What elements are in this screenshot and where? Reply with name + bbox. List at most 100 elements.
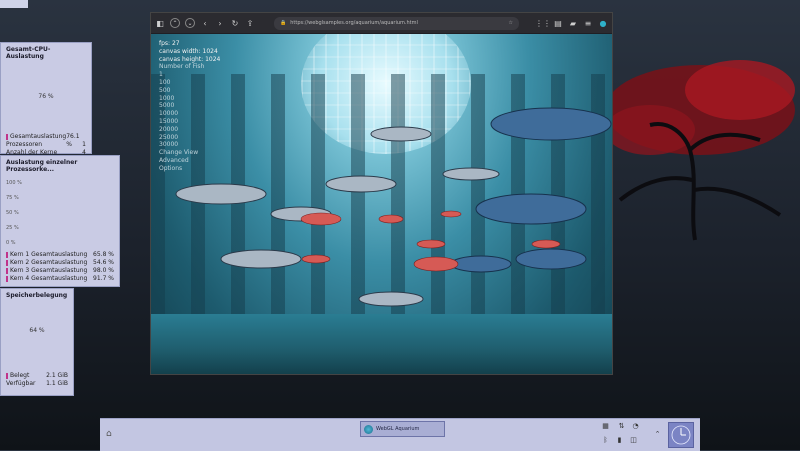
stat-value: 98.0 % <box>93 267 114 274</box>
legend-swatch <box>6 276 8 282</box>
taskbar: ⌂ WebGL Aquarium ▦ ⇅ ◔ ᛒ ▮ ◫ ⌃ <box>100 418 700 451</box>
battery-icon[interactable]: ▮ <box>616 437 623 444</box>
stat-value: 1 <box>82 141 86 148</box>
widget-title: Auslastung einzelner Prozessorke... <box>6 159 78 173</box>
reload-icon[interactable]: ↻ <box>230 18 240 28</box>
stat-label-text: Kern 4 Gesamtauslastung <box>10 275 88 282</box>
axis-label: 0 % <box>6 240 16 246</box>
downloads-icon[interactable]: ▤ <box>553 18 563 28</box>
widget-title: Gesamt-CPU-Auslastung <box>6 46 51 60</box>
fish-count-option[interactable]: 25000 <box>159 134 220 142</box>
profile-icon[interactable]: ● <box>598 18 608 28</box>
stat-label: Gesamtauslastung <box>6 133 66 141</box>
tabs-dropdown-icon[interactable]: ⌄ <box>185 18 195 28</box>
legend-swatch <box>6 134 8 140</box>
stat-row: Belegt 2.1 GiB <box>1 372 73 380</box>
forward-icon[interactable]: › <box>215 18 225 28</box>
legend-swatch <box>6 252 8 258</box>
stat-row: Kern 3 Gesamtauslastung 98.0 % <box>1 267 119 275</box>
hud-option-link[interactable]: Change View <box>159 149 220 157</box>
firefox-icon <box>364 424 373 434</box>
stat-label: Belegt <box>6 372 29 380</box>
webgl-aquarium-canvas[interactable]: fps: 27 canvas width: 1024 canvas height… <box>151 34 612 374</box>
stat-row: Verfügbar 1.1 GiB <box>1 380 73 388</box>
stat-label: Kern 3 Gesamtauslastung <box>6 267 87 275</box>
bluetooth-icon[interactable]: ᛒ <box>602 437 609 444</box>
notifications-icon[interactable]: ◫ <box>630 437 637 444</box>
clock-face-icon <box>671 425 691 445</box>
stat-value: 54.6 % <box>93 259 114 266</box>
axis-label: 50 % <box>6 210 19 216</box>
stat-label: Verfügbar <box>6 380 35 388</box>
num-fish-label: Number of Fish <box>159 63 205 71</box>
url-bar[interactable]: 🔒 https://webglsamples.org/aquarium/aqua… <box>274 16 519 30</box>
aquarium-hud: fps: 27 canvas width: 1024 canvas height… <box>159 40 220 173</box>
fish-count-option[interactable]: 20000 <box>159 126 220 134</box>
stat-row: Kern 2 Gesamtauslastung 54.6 % <box>1 259 119 267</box>
firefox-view-icon[interactable]: ◧ <box>155 18 165 28</box>
clipboard-icon[interactable]: ▦ <box>602 423 609 430</box>
stat-label: Kern 2 Gesamtauslastung <box>6 259 87 267</box>
fish-count-option[interactable]: 1000 <box>159 95 220 103</box>
taskbar-item-webgl-aquarium[interactable]: WebGL Aquarium <box>360 421 445 437</box>
lock-icon: 🔒 <box>280 20 287 26</box>
fps-readout: fps: 27 <box>159 40 180 47</box>
browser-window[interactable]: ◧ ⌃ ⌄ ‹ › ↻ ⇪ 🔒 https://webglsamples.org… <box>150 12 613 375</box>
pocket-icon[interactable]: ▰ <box>568 18 578 28</box>
tray-expand-icon[interactable]: ⌃ <box>654 431 661 438</box>
memory-widget: Speicherbelegung 64 % Belegt 2.1 GiB Verfü… <box>0 288 74 396</box>
stat-row: Prozessoren 1 <box>1 141 91 149</box>
legend-swatch <box>6 260 8 266</box>
stat-row: Gesamtauslastung 76.1 % <box>1 133 91 148</box>
stat-label-text: Kern 1 Gesamtauslastung <box>10 251 88 258</box>
stat-value: 76.1 % <box>66 133 80 148</box>
menu-icon[interactable]: ≡ <box>583 18 593 28</box>
axis-label: 100 % <box>6 180 22 186</box>
stat-label: Kern 4 Gesamtauslastung <box>6 275 87 283</box>
blue-fish <box>450 107 612 273</box>
fish-count-option[interactable]: 100 <box>159 79 220 87</box>
memory-value: 64 % <box>29 327 45 334</box>
legend-swatch <box>6 268 8 274</box>
stat-label-text: Verfügbar <box>6 380 36 387</box>
browser-toolbar: ◧ ⌃ ⌄ ‹ › ↻ ⇪ 🔒 https://webglsamples.org… <box>151 13 612 33</box>
network-icon[interactable]: ⇅ <box>618 423 625 430</box>
stat-label-text: Gesamtauslastung <box>10 133 67 140</box>
share-icon[interactable]: ⇪ <box>245 18 255 28</box>
core-usage-widget: Auslastung einzelner Prozessorke... 100 … <box>0 155 120 287</box>
top-strip <box>0 0 28 8</box>
hud-option-link[interactable]: Options <box>159 165 220 173</box>
fish-count-option[interactable]: 1 <box>159 71 220 79</box>
task-label: WebGL Aquarium <box>376 426 420 432</box>
stat-value: 2.1 GiB <box>46 372 68 379</box>
stat-label-text: Kern 2 Gesamtauslastung <box>10 259 88 266</box>
fish-count-option[interactable]: 10000 <box>159 110 220 118</box>
extensions-icon[interactable]: ⋮⋮ <box>535 18 551 28</box>
cpu-usage-widget: Gesamt-CPU-Auslastung 76 % Gesamtauslast… <box>0 42 92 156</box>
app-launcher-icon[interactable]: ⌂ <box>106 429 116 439</box>
wallpaper-tree <box>605 60 795 241</box>
fish-count-option[interactable]: 15000 <box>159 118 220 126</box>
canvas-height-readout: canvas height: 1024 <box>159 55 221 63</box>
hud-option-link[interactable]: Advanced <box>159 157 220 165</box>
stat-value: 65.8 % <box>93 251 114 258</box>
axis-label: 25 % <box>6 225 19 231</box>
account-icon[interactable]: ⌃ <box>170 18 180 28</box>
fish-count-option[interactable]: 5000 <box>159 102 220 110</box>
stat-label-text: Prozessoren <box>6 141 43 148</box>
stat-row: Kern 1 Gesamtauslastung 65.8 % <box>1 251 119 259</box>
stat-label: Prozessoren <box>6 141 42 149</box>
fish-count-option[interactable]: 30000 <box>159 141 220 149</box>
cpu-total-value: 76 % <box>38 93 54 100</box>
stat-value: 1.1 GiB <box>46 380 68 387</box>
canvas-width-readout: canvas width: 1024 <box>159 47 218 55</box>
stat-label-text: Kern 3 Gesamtauslastung <box>10 267 88 274</box>
stat-label: Kern 1 Gesamtauslastung <box>6 251 87 259</box>
fish-count-option[interactable]: 500 <box>159 87 220 95</box>
analog-clock[interactable] <box>668 422 694 448</box>
back-icon[interactable]: ‹ <box>200 18 210 28</box>
stat-value: 91.7 % <box>93 275 114 282</box>
bookmark-star-icon[interactable]: ☆ <box>509 20 513 26</box>
stat-label-text: Belegt <box>10 372 30 379</box>
wifi-icon[interactable]: ◔ <box>632 423 639 430</box>
